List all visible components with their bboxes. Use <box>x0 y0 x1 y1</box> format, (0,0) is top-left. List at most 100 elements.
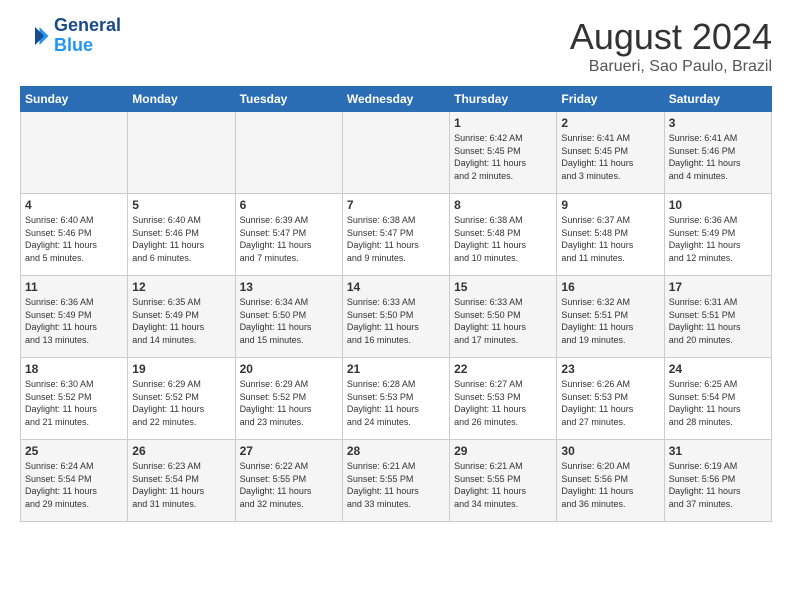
calendar-cell: 26 Sunrise: 6:23 AMSunset: 5:54 PMDayligh… <box>128 440 235 522</box>
day-info: Sunrise: 6:35 AMSunset: 5:49 PMDaylight:… <box>132 296 230 346</box>
col-monday: Monday <box>128 87 235 112</box>
day-number: 21 <box>347 362 445 376</box>
day-info: Sunrise: 6:41 AMSunset: 5:46 PMDaylight:… <box>669 132 767 182</box>
calendar-week-3: 11Sunrise: 6:36 AMSunset: 5:49 PMDayligh… <box>21 276 772 358</box>
calendar-cell: 14Sunrise: 6:33 AMSunset: 5:50 PMDayligh… <box>342 276 449 358</box>
logo-line1: General <box>54 16 121 36</box>
calendar-cell: 17 Sunrise: 6:31 AMSunset: 5:51 PMDayligh… <box>664 276 771 358</box>
col-tuesday: Tuesday <box>235 87 342 112</box>
calendar-cell: 27Sunrise: 6:22 AMSunset: 5:55 PMDayligh… <box>235 440 342 522</box>
day-info: Sunrise: 6:21 AMSunset: 5:55 PMDaylight:… <box>347 460 445 510</box>
logo-icon <box>20 21 50 51</box>
calendar-cell: 13 Sunrise: 6:34 AMSunset: 5:50 PMDayligh… <box>235 276 342 358</box>
day-info: Sunrise: 6:39 AMSunset: 5:47 PMDaylight:… <box>240 214 338 264</box>
day-info: Sunrise: 6:19 AMSunset: 5:56 PMDaylight:… <box>669 460 767 510</box>
day-number: 11 <box>25 280 123 294</box>
col-sunday: Sunday <box>21 87 128 112</box>
calendar-cell: 7Sunrise: 6:38 AMSunset: 5:47 PMDaylight… <box>342 194 449 276</box>
day-info: Sunrise: 6:21 AMSunset: 5:55 PMDaylight:… <box>454 460 552 510</box>
day-number: 6 <box>240 198 338 212</box>
calendar-cell: 15Sunrise: 6:33 AMSunset: 5:50 PMDayligh… <box>450 276 557 358</box>
calendar-cell: 8Sunrise: 6:38 AMSunset: 5:48 PMDaylight… <box>450 194 557 276</box>
logo: General Blue <box>20 16 121 56</box>
day-number: 24 <box>669 362 767 376</box>
day-info: Sunrise: 6:33 AMSunset: 5:50 PMDaylight:… <box>454 296 552 346</box>
calendar-cell: 23Sunrise: 6:26 AMSunset: 5:53 PMDayligh… <box>557 358 664 440</box>
day-info: Sunrise: 6:38 AMSunset: 5:47 PMDaylight:… <box>347 214 445 264</box>
logo-line2: Blue <box>54 36 121 56</box>
day-number: 25 <box>25 444 123 458</box>
calendar-week-5: 25 Sunrise: 6:24 AMSunset: 5:54 PMDayligh… <box>21 440 772 522</box>
day-info: Sunrise: 6:31 AMSunset: 5:51 PMDaylight:… <box>669 296 767 346</box>
month-year-title: August 2024 <box>570 16 772 58</box>
calendar-cell: 5 Sunrise: 6:40 AMSunset: 5:46 PMDaylight… <box>128 194 235 276</box>
day-number: 9 <box>561 198 659 212</box>
day-info: Sunrise: 6:29 AMSunset: 5:52 PMDaylight:… <box>240 378 338 428</box>
calendar-cell: 1 Sunrise: 6:42 AMSunset: 5:45 PMDaylight… <box>450 112 557 194</box>
day-info: Sunrise: 6:25 AMSunset: 5:54 PMDaylight:… <box>669 378 767 428</box>
day-number: 27 <box>240 444 338 458</box>
calendar-cell: 18Sunrise: 6:30 AMSunset: 5:52 PMDayligh… <box>21 358 128 440</box>
calendar-cell: 9 Sunrise: 6:37 AMSunset: 5:48 PMDaylight… <box>557 194 664 276</box>
col-saturday: Saturday <box>664 87 771 112</box>
calendar-week-1: 1 Sunrise: 6:42 AMSunset: 5:45 PMDaylight… <box>21 112 772 194</box>
calendar-cell <box>342 112 449 194</box>
calendar-table: Sunday Monday Tuesday Wednesday Thursday… <box>20 86 772 522</box>
day-number: 13 <box>240 280 338 294</box>
col-wednesday: Wednesday <box>342 87 449 112</box>
day-number: 19 <box>132 362 230 376</box>
day-info: Sunrise: 6:24 AMSunset: 5:54 PMDaylight:… <box>25 460 123 510</box>
day-number: 8 <box>454 198 552 212</box>
day-info: Sunrise: 6:29 AMSunset: 5:52 PMDaylight:… <box>132 378 230 428</box>
calendar-cell: 4Sunrise: 6:40 AMSunset: 5:46 PMDaylight… <box>21 194 128 276</box>
day-info: Sunrise: 6:23 AMSunset: 5:54 PMDaylight:… <box>132 460 230 510</box>
day-number: 3 <box>669 116 767 130</box>
day-number: 17 <box>669 280 767 294</box>
calendar-cell: 25 Sunrise: 6:24 AMSunset: 5:54 PMDayligh… <box>21 440 128 522</box>
header-row: General Blue August 2024 Barueri, Sao Pa… <box>20 16 772 76</box>
day-number: 5 <box>132 198 230 212</box>
day-info: Sunrise: 6:20 AMSunset: 5:56 PMDaylight:… <box>561 460 659 510</box>
day-info: Sunrise: 6:42 AMSunset: 5:45 PMDaylight:… <box>454 132 552 182</box>
day-number: 10 <box>669 198 767 212</box>
day-info: Sunrise: 6:37 AMSunset: 5:48 PMDaylight:… <box>561 214 659 264</box>
calendar-cell: 2 Sunrise: 6:41 AMSunset: 5:45 PMDaylight… <box>557 112 664 194</box>
logo-text: General Blue <box>54 16 121 56</box>
calendar-week-2: 4Sunrise: 6:40 AMSunset: 5:46 PMDaylight… <box>21 194 772 276</box>
day-info: Sunrise: 6:30 AMSunset: 5:52 PMDaylight:… <box>25 378 123 428</box>
day-number: 1 <box>454 116 552 130</box>
calendar-cell: 16Sunrise: 6:32 AMSunset: 5:51 PMDayligh… <box>557 276 664 358</box>
calendar-cell: 21 Sunrise: 6:28 AMSunset: 5:53 PMDayligh… <box>342 358 449 440</box>
day-info: Sunrise: 6:41 AMSunset: 5:45 PMDaylight:… <box>561 132 659 182</box>
col-thursday: Thursday <box>450 87 557 112</box>
calendar-cell <box>235 112 342 194</box>
day-info: Sunrise: 6:34 AMSunset: 5:50 PMDaylight:… <box>240 296 338 346</box>
day-info: Sunrise: 6:27 AMSunset: 5:53 PMDaylight:… <box>454 378 552 428</box>
day-number: 20 <box>240 362 338 376</box>
day-number: 26 <box>132 444 230 458</box>
location-subtitle: Barueri, Sao Paulo, Brazil <box>570 58 772 76</box>
day-info: Sunrise: 6:40 AMSunset: 5:46 PMDaylight:… <box>132 214 230 264</box>
day-number: 12 <box>132 280 230 294</box>
calendar-cell: 10 Sunrise: 6:36 AMSunset: 5:49 PMDayligh… <box>664 194 771 276</box>
day-number: 2 <box>561 116 659 130</box>
day-info: Sunrise: 6:40 AMSunset: 5:46 PMDaylight:… <box>25 214 123 264</box>
col-friday: Friday <box>557 87 664 112</box>
day-number: 22 <box>454 362 552 376</box>
calendar-cell: 20 Sunrise: 6:29 AMSunset: 5:52 PMDayligh… <box>235 358 342 440</box>
day-info: Sunrise: 6:32 AMSunset: 5:51 PMDaylight:… <box>561 296 659 346</box>
day-number: 29 <box>454 444 552 458</box>
calendar-cell: 12 Sunrise: 6:35 AMSunset: 5:49 PMDayligh… <box>128 276 235 358</box>
day-number: 30 <box>561 444 659 458</box>
day-info: Sunrise: 6:36 AMSunset: 5:49 PMDaylight:… <box>669 214 767 264</box>
day-info: Sunrise: 6:26 AMSunset: 5:53 PMDaylight:… <box>561 378 659 428</box>
calendar-cell: 24 Sunrise: 6:25 AMSunset: 5:54 PMDayligh… <box>664 358 771 440</box>
day-number: 14 <box>347 280 445 294</box>
calendar-cell: 3 Sunrise: 6:41 AMSunset: 5:46 PMDaylight… <box>664 112 771 194</box>
title-block: August 2024 Barueri, Sao Paulo, Brazil <box>570 16 772 76</box>
calendar-cell: 28 Sunrise: 6:21 AMSunset: 5:55 PMDayligh… <box>342 440 449 522</box>
day-info: Sunrise: 6:28 AMSunset: 5:53 PMDaylight:… <box>347 378 445 428</box>
calendar-cell: 11Sunrise: 6:36 AMSunset: 5:49 PMDayligh… <box>21 276 128 358</box>
day-number: 28 <box>347 444 445 458</box>
header-row-days: Sunday Monday Tuesday Wednesday Thursday… <box>21 87 772 112</box>
